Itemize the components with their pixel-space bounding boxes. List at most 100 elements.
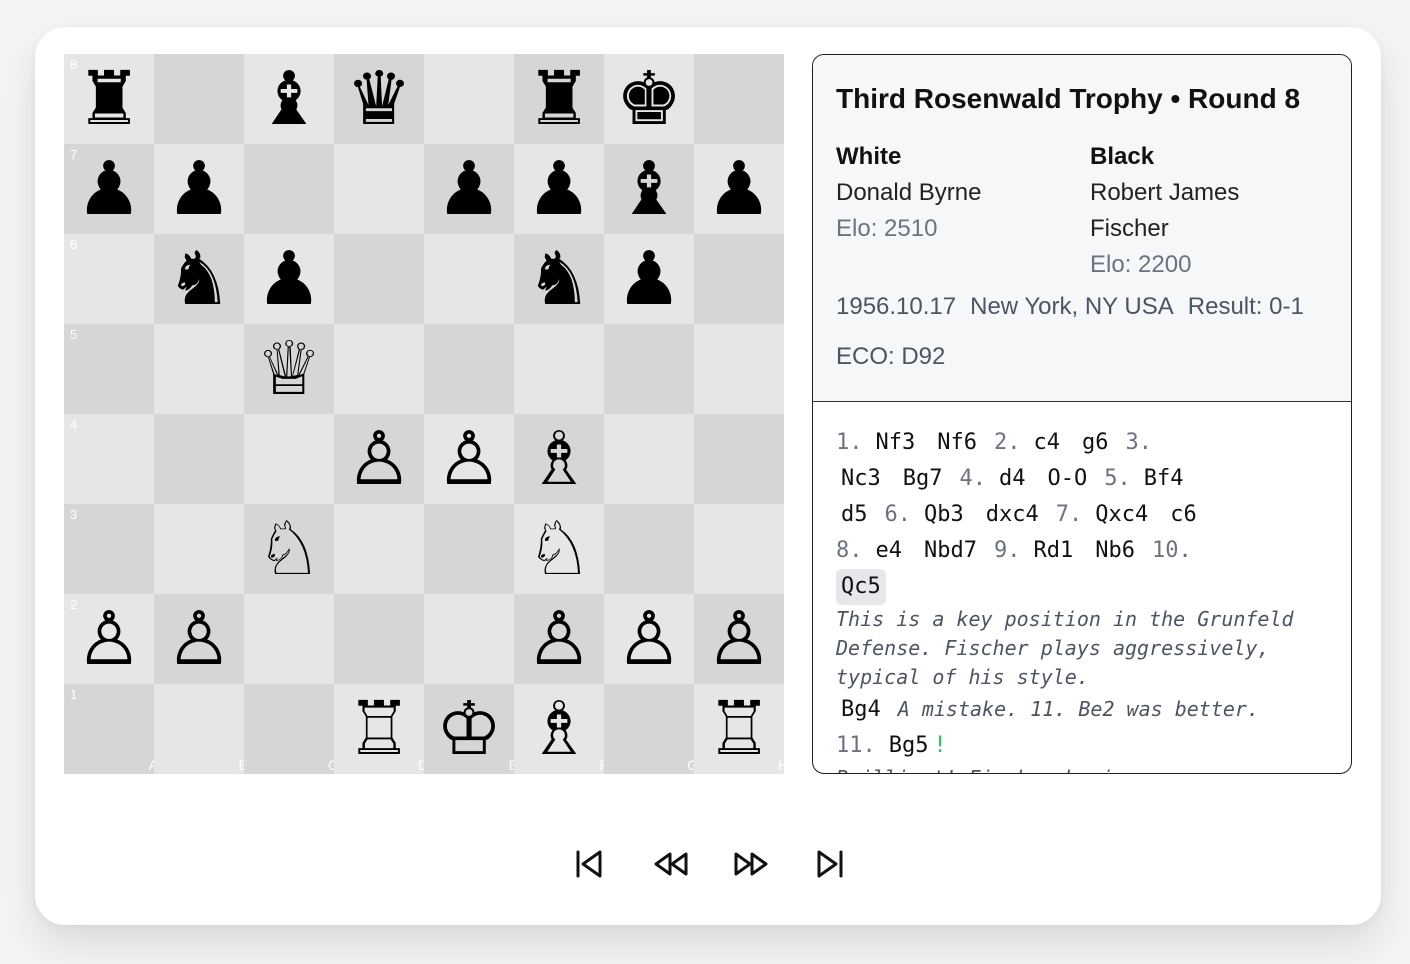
square-f3[interactable]: ♘ bbox=[514, 504, 604, 594]
square-e2[interactable] bbox=[424, 594, 514, 684]
white-pawn-icon[interactable]: ♙ bbox=[64, 594, 154, 684]
black-pawn-icon[interactable]: ♟ bbox=[244, 234, 334, 324]
square-b1[interactable]: B bbox=[154, 684, 248, 774]
square-e8[interactable] bbox=[424, 54, 514, 144]
square-h2[interactable]: ♙ bbox=[694, 594, 784, 684]
square-f5[interactable] bbox=[514, 324, 604, 414]
square-h3[interactable] bbox=[694, 504, 784, 594]
black-pawn-icon[interactable]: ♟ bbox=[424, 144, 514, 234]
move[interactable]: Nb6 bbox=[1090, 533, 1140, 569]
black-knight-icon[interactable]: ♞ bbox=[514, 234, 604, 324]
black-knight-icon[interactable]: ♞ bbox=[154, 234, 244, 324]
square-a2[interactable]: 2 ♙ bbox=[64, 594, 154, 684]
square-a5[interactable]: 5 bbox=[64, 324, 154, 414]
black-pawn-icon[interactable]: ♟ bbox=[154, 144, 244, 234]
move[interactable]: dxc4 bbox=[981, 497, 1044, 533]
white-queen-icon[interactable]: ♕ bbox=[244, 324, 334, 414]
black-bishop-icon[interactable]: ♝ bbox=[244, 54, 334, 144]
square-g4[interactable] bbox=[604, 414, 694, 504]
move[interactable]: Rd1 bbox=[1028, 533, 1078, 569]
square-d4[interactable]: ♙ bbox=[334, 414, 424, 504]
square-f8[interactable]: ♜ bbox=[514, 54, 604, 144]
square-b8[interactable] bbox=[154, 54, 244, 144]
square-b5[interactable] bbox=[154, 324, 244, 414]
black-pawn-icon[interactable]: ♟ bbox=[514, 144, 604, 234]
move[interactable]: c6 bbox=[1165, 497, 1202, 533]
white-knight-icon[interactable]: ♘ bbox=[514, 504, 604, 594]
square-a8[interactable]: 8 ♜ bbox=[64, 54, 154, 144]
move[interactable]: g6 bbox=[1077, 425, 1114, 461]
square-h7[interactable]: ♟ bbox=[694, 144, 784, 234]
move[interactable]: c4 bbox=[1029, 425, 1066, 461]
square-b4[interactable] bbox=[154, 414, 244, 504]
square-c8[interactable]: ♝ bbox=[244, 54, 334, 144]
square-a7[interactable]: 7 ♟ bbox=[64, 144, 154, 234]
square-g5[interactable] bbox=[604, 324, 694, 414]
first-move-button[interactable] bbox=[566, 840, 616, 890]
square-d8[interactable]: ♛ bbox=[334, 54, 424, 144]
square-c5[interactable]: ♕ bbox=[244, 324, 334, 414]
chessboard[interactable]: 8♜♝♛♜♚7♟♟♟♟♝♟6♞♟♞♟5♕4♙♙♗3♘♘2♙♙♙♙♙1ABCD♖E… bbox=[64, 54, 788, 774]
square-h1[interactable]: H ♖ bbox=[694, 684, 788, 774]
move[interactable]: Bg5 bbox=[884, 728, 934, 764]
square-d7[interactable] bbox=[334, 144, 424, 234]
last-move-button[interactable] bbox=[806, 840, 856, 890]
square-g6[interactable]: ♟ bbox=[604, 234, 694, 324]
move[interactable]: Nbd7 bbox=[919, 533, 982, 569]
move[interactable]: Nc3 bbox=[836, 461, 886, 497]
square-c7[interactable] bbox=[244, 144, 334, 234]
white-bishop-icon[interactable]: ♗ bbox=[514, 414, 604, 504]
white-knight-icon[interactable]: ♘ bbox=[244, 504, 334, 594]
move[interactable]: Nf3 bbox=[871, 425, 921, 461]
move[interactable]: Nf6 bbox=[932, 425, 982, 461]
move[interactable]: O-O bbox=[1043, 461, 1093, 497]
white-pawn-icon[interactable]: ♙ bbox=[604, 594, 694, 684]
move[interactable]: d5 bbox=[836, 497, 873, 533]
square-a3[interactable]: 3 bbox=[64, 504, 154, 594]
square-f2[interactable]: ♙ bbox=[514, 594, 604, 684]
square-c6[interactable]: ♟ bbox=[244, 234, 334, 324]
square-g1[interactable]: G bbox=[604, 684, 698, 774]
square-g7[interactable]: ♝ bbox=[604, 144, 694, 234]
square-e4[interactable]: ♙ bbox=[424, 414, 514, 504]
square-g8[interactable]: ♚ bbox=[604, 54, 694, 144]
square-c1[interactable]: C bbox=[244, 684, 338, 774]
square-f4[interactable]: ♗ bbox=[514, 414, 604, 504]
white-king-icon[interactable]: ♔ bbox=[424, 684, 514, 774]
black-pawn-icon[interactable]: ♟ bbox=[64, 144, 154, 234]
square-e1[interactable]: E♔ bbox=[424, 684, 518, 774]
square-b3[interactable] bbox=[154, 504, 244, 594]
square-e5[interactable] bbox=[424, 324, 514, 414]
square-b6[interactable]: ♞ bbox=[154, 234, 244, 324]
square-c2[interactable] bbox=[244, 594, 334, 684]
black-rook-icon[interactable]: ♜ bbox=[514, 54, 604, 144]
square-b2[interactable]: ♙ bbox=[154, 594, 244, 684]
black-bishop-icon[interactable]: ♝ bbox=[604, 144, 694, 234]
move[interactable]: e4 bbox=[871, 533, 908, 569]
white-pawn-icon[interactable]: ♙ bbox=[514, 594, 604, 684]
square-a1[interactable]: 1A bbox=[64, 684, 158, 774]
square-e7[interactable]: ♟ bbox=[424, 144, 514, 234]
square-c3[interactable]: ♘ bbox=[244, 504, 334, 594]
black-rook-icon[interactable]: ♜ bbox=[64, 54, 154, 144]
square-h6[interactable] bbox=[694, 234, 784, 324]
current-move[interactable]: Qc5 bbox=[836, 569, 886, 605]
white-pawn-icon[interactable]: ♙ bbox=[694, 594, 784, 684]
move[interactable]: Qb3 bbox=[919, 497, 969, 533]
white-bishop-icon[interactable]: ♗ bbox=[514, 684, 604, 774]
move[interactable]: Bg4 bbox=[836, 692, 886, 728]
white-pawn-icon[interactable]: ♙ bbox=[154, 594, 244, 684]
square-h8[interactable] bbox=[694, 54, 784, 144]
move[interactable]: Bf4 bbox=[1139, 461, 1189, 497]
square-e6[interactable] bbox=[424, 234, 514, 324]
white-rook-icon[interactable]: ♖ bbox=[334, 684, 424, 774]
square-c4[interactable] bbox=[244, 414, 334, 504]
square-h4[interactable] bbox=[694, 414, 784, 504]
next-move-button[interactable] bbox=[726, 840, 776, 890]
move[interactable]: Qxc4 bbox=[1090, 497, 1153, 533]
square-f6[interactable]: ♞ bbox=[514, 234, 604, 324]
black-pawn-icon[interactable]: ♟ bbox=[694, 144, 784, 234]
square-d1[interactable]: D ♖ bbox=[334, 684, 428, 774]
square-a4[interactable]: 4 bbox=[64, 414, 154, 504]
white-pawn-icon[interactable]: ♙ bbox=[424, 414, 514, 504]
